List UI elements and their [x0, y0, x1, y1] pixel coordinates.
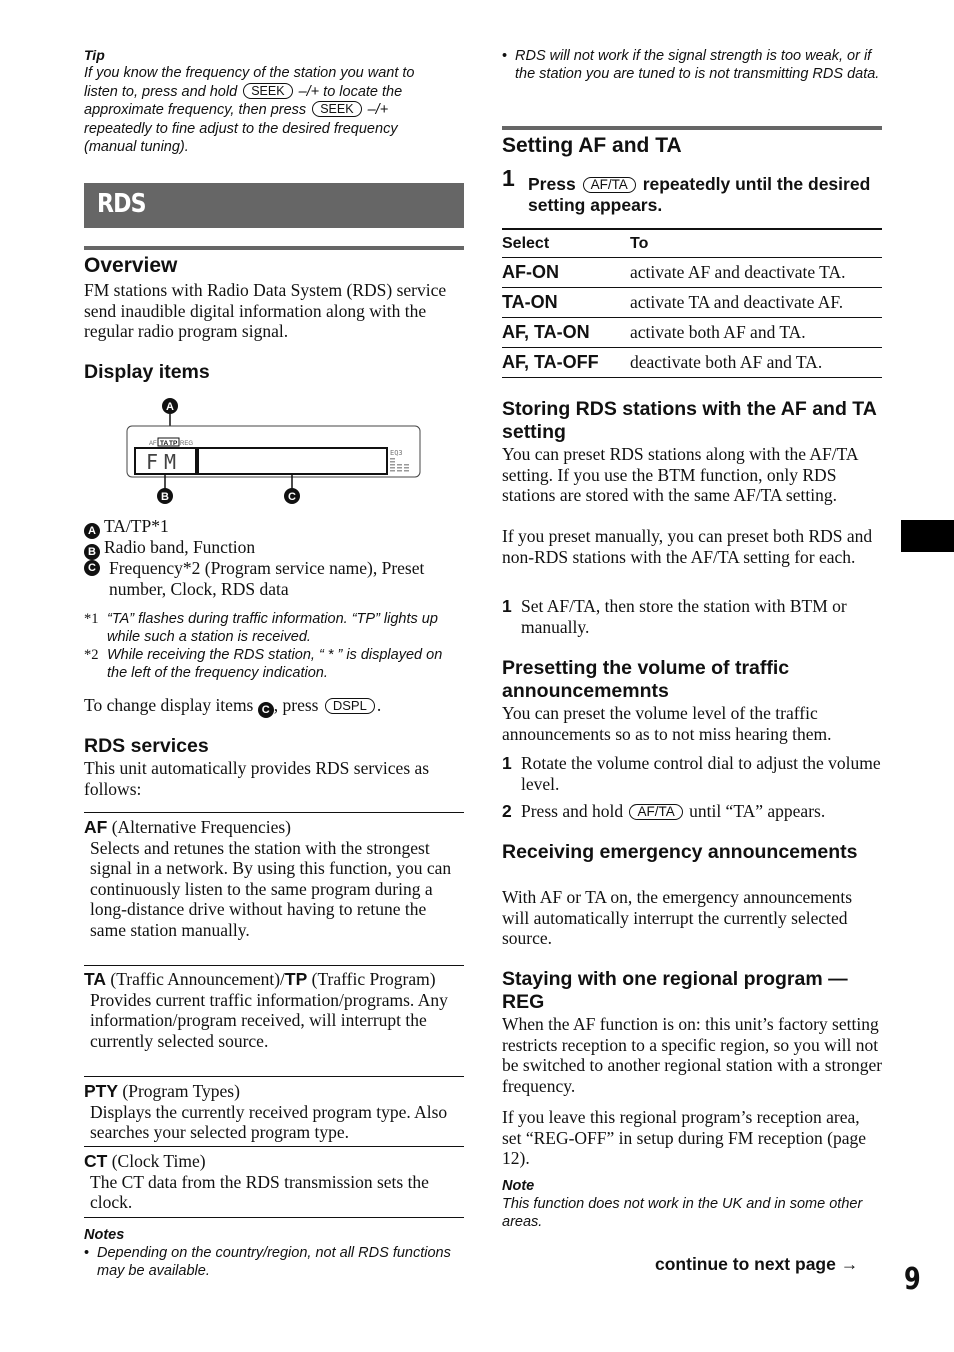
- storing-heading: Storing RDS stations with the AF and TA …: [502, 398, 877, 443]
- notes-heading: Notes: [84, 1227, 125, 1243]
- change-display-instruction: To change display items C, press DSPL.: [84, 695, 382, 718]
- note-heading: Note: [502, 1178, 535, 1194]
- reg-indicator: REG: [180, 441, 193, 447]
- emergency-heading: Receiving emergency announcements: [502, 841, 858, 863]
- note-item: • Depending on the country/region, not a…: [84, 1245, 451, 1279]
- section-divider: [502, 126, 882, 130]
- dspl-key: DSPL: [324, 698, 375, 714]
- footnote: *1 “TA” flashes during traffic informati…: [84, 611, 438, 645]
- emergency-body: With AF or TA on, the emergency announce…: [502, 887, 853, 948]
- tip-text: If you know the frequency of the station…: [84, 65, 415, 155]
- service-item-af: AF (Alternative Frequencies) Selects and…: [84, 817, 452, 940]
- divider: [84, 812, 464, 813]
- regional-body-2: If you leave this regional program’s rec…: [502, 1107, 867, 1168]
- display-items-heading: Display items: [84, 361, 210, 383]
- legend-item: B Radio band, Function: [84, 537, 255, 560]
- storing-body-2: If you preset manually, you can preset b…: [502, 526, 873, 567]
- tp-indicator: TP: [169, 440, 178, 447]
- seek-key: SEEK: [243, 82, 293, 99]
- presetting-step-1: 1 Rotate the volume control dial to adju…: [502, 753, 881, 794]
- callout-b-label: B: [161, 491, 169, 503]
- overview-body: FM stations with Radio Data System (RDS)…: [84, 280, 447, 341]
- overview-heading: Overview: [84, 254, 178, 277]
- callout-a-label: A: [166, 401, 174, 413]
- tip-title: Tip: [84, 47, 105, 63]
- presetting-heading: Presetting the volume of traffic announc…: [502, 657, 790, 702]
- eq-indicator: EQ3: [390, 449, 403, 457]
- divider: [84, 1146, 464, 1147]
- table-row: AF, TA-ON activate both AF and TA.: [502, 317, 882, 348]
- table-header-row: Select To: [502, 228, 882, 258]
- table-row: AF, TA-OFF deactivate both AF and TA.: [502, 347, 882, 378]
- rds-services-heading: RDS services: [84, 735, 209, 757]
- divider: [84, 1217, 464, 1218]
- tip-block: Tip If you know the frequency of the sta…: [84, 46, 464, 157]
- regional-note: This function does not work in the UK an…: [502, 1196, 863, 1230]
- column-header-to: To: [630, 228, 882, 258]
- section-divider: [84, 246, 464, 250]
- legend-item: C Frequency*2 (Program service name), Pre…: [84, 558, 464, 599]
- chapter-thumb-tab: [901, 520, 954, 552]
- rds-services-intro: This unit automatically provides RDS ser…: [84, 758, 430, 799]
- table-row: AF-ON activate AF and deactivate TA.: [502, 257, 882, 288]
- marker-c-icon: C: [84, 560, 100, 576]
- footnote: *2 While receiving the RDS station, “ * …: [84, 647, 443, 681]
- bullet-icon: •: [502, 48, 508, 64]
- legend-item: A TA/TP*1: [84, 516, 169, 539]
- marker-c-icon: C: [257, 702, 274, 718]
- continue-to-next-page: continue to next page →: [655, 1254, 859, 1274]
- frequency-display-area: [197, 447, 388, 475]
- band-text: FM: [146, 450, 182, 474]
- storing-body-1: You can preset RDS stations along with t…: [502, 444, 858, 505]
- regional-heading: Staying with one regional program — REG: [502, 968, 848, 1013]
- ta-indicator: TA: [160, 440, 168, 447]
- regional-body-1: When the AF function is on: this unit’s …: [502, 1014, 883, 1096]
- af-indicator: AF: [149, 441, 157, 447]
- af-ta-settings-table: Select To AF-ON activate AF and deactiva…: [502, 228, 882, 378]
- seek-key: SEEK: [312, 101, 362, 117]
- lcd-diagram-svg: A AF TA TP REG FM EQ3 B C: [126, 398, 421, 504]
- bullet-icon: •: [84, 1245, 90, 1261]
- service-item-ta-tp: TA (Traffic Announcement)/TP (Traffic Pr…: [84, 969, 448, 1051]
- service-item-pty: PTY (Program Types) Displays the current…: [84, 1081, 448, 1142]
- lcd-display-diagram: A AF TA TP REG FM EQ3 B C: [120, 395, 430, 510]
- column-header-select: Select: [502, 228, 630, 258]
- divider: [84, 1076, 464, 1077]
- presetting-body: You can preset the volume level of the t…: [502, 703, 832, 744]
- callout-c-label: C: [288, 491, 296, 503]
- af-ta-key: AF/TA: [629, 804, 683, 820]
- af-ta-key: AF/TA: [582, 177, 636, 193]
- step-1: 1 Press AF/TA repeatedly until the desir…: [502, 165, 871, 215]
- section-title: RDS: [97, 189, 147, 219]
- service-item-ct: CT (Clock Time) The CT data from the RDS…: [84, 1151, 429, 1212]
- presetting-step-2: 2 Press and hold AF/TA until “TA” appear…: [502, 801, 826, 821]
- setting-af-ta-heading: Setting AF and TA: [502, 134, 682, 157]
- page-number: 9: [904, 1262, 921, 1297]
- storing-step-1: 1 Set AF/TA, then store the station with…: [502, 596, 847, 637]
- note-item: • RDS will not work if the signal streng…: [502, 48, 880, 82]
- section-banner: RDS: [84, 183, 464, 228]
- divider: [84, 965, 464, 966]
- table-row: TA-ON activate TA and deactivate AF.: [502, 287, 882, 318]
